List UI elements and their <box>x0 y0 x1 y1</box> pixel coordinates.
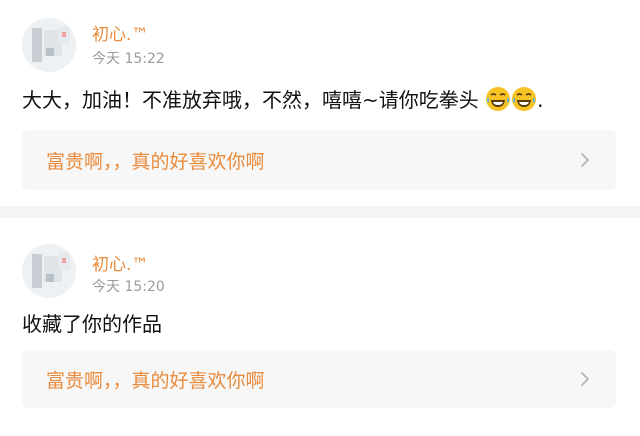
avatar-image <box>22 18 76 72</box>
quoted-post-text: 富贵啊，，真的好喜欢你啊 <box>46 150 265 173</box>
comment-text-tail: . <box>537 88 544 112</box>
avatar[interactable] <box>22 18 76 72</box>
laughing-tears-icon <box>485 86 511 112</box>
quoted-post[interactable]: 富贵啊，，真的好喜欢你啊 <box>22 130 616 190</box>
avatar-image <box>22 244 76 298</box>
avatar[interactable] <box>22 244 76 298</box>
comment-card: 初心.™ 今天 15:20 收藏了你的作品 富贵啊，，真的好喜欢你啊 <box>0 218 640 436</box>
comment-text: 收藏了你的作品 <box>22 310 620 338</box>
comment-card: 初心.™ 今天 15:22 大大，加油！不准放弃哦，不然，嘻嘻~请你吃拳头 . … <box>0 0 640 206</box>
chevron-right-icon <box>581 153 589 167</box>
separator <box>0 206 640 218</box>
laughing-tears-icon <box>511 86 537 112</box>
comment-text: 大大，加油！不准放弃哦，不然，嘻嘻~请你吃拳头 . <box>22 86 620 114</box>
comment-text-main: 收藏了你的作品 <box>22 312 162 336</box>
chevron-right-icon <box>581 372 589 386</box>
comment-text-main: 大大，加油！不准放弃哦，不然，嘻嘻~请你吃拳头 <box>22 88 479 112</box>
username[interactable]: 初心.™ <box>92 20 148 45</box>
quoted-post[interactable]: 富贵啊，，真的好喜欢你啊 <box>22 350 616 408</box>
timestamp: 今天 15:22 <box>92 51 165 67</box>
timestamp: 今天 15:20 <box>92 279 165 295</box>
quoted-post-text: 富贵啊，，真的好喜欢你啊 <box>46 369 265 392</box>
username[interactable]: 初心.™ <box>92 250 148 275</box>
